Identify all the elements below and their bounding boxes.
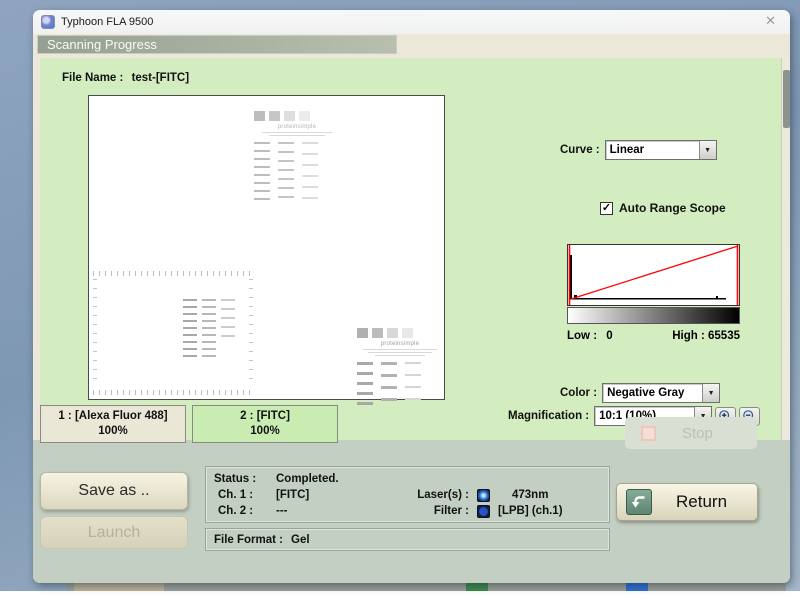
taskbar (66, 583, 786, 591)
ch1-label: Ch. 1 : (214, 489, 268, 501)
file-format-panel: File Format : Gel (205, 528, 610, 551)
chevron-down-icon[interactable]: ▼ (702, 384, 719, 402)
auto-range-row: ✓ Auto Range Scope (600, 201, 726, 215)
taskbar-item (466, 583, 488, 591)
chevron-down-icon[interactable]: ▼ (699, 141, 716, 159)
tone-curve-display (567, 244, 740, 306)
launch-button: Launch (40, 516, 188, 549)
return-button[interactable]: Return (616, 483, 758, 521)
laser-label: Laser(s) : (411, 489, 469, 501)
filter-value: [LPB] (ch.1) (498, 505, 563, 517)
close-icon[interactable]: ✕ (765, 13, 776, 29)
return-arrow-icon (626, 489, 652, 515)
laser-value: 473nm (512, 489, 548, 501)
low-value: 0 (606, 330, 612, 342)
status-value: Completed. (276, 473, 339, 485)
ch2-value: --- (276, 505, 288, 517)
app-icon (41, 15, 55, 29)
scrollbar-thumb[interactable] (783, 70, 790, 128)
proteinsimple-logo: proteinsimple (357, 341, 443, 347)
auto-range-label: Auto Range Scope (619, 201, 726, 215)
tab-percent: 100% (41, 425, 185, 437)
range-labels: Low : 0 High : 65535 (567, 330, 740, 342)
curve-select[interactable]: Linear ▼ (605, 140, 717, 160)
auto-range-checkbox[interactable]: ✓ (600, 202, 613, 215)
color-row: Color : Negative Gray ▼ (560, 383, 720, 403)
file-format-label: File Format : (214, 534, 283, 546)
grayscale-range-bar (567, 307, 740, 324)
screen-edge (0, 591, 800, 600)
banner-title: Scanning Progress (47, 37, 157, 52)
tone-curve-svg (568, 245, 739, 305)
scan-preview-image[interactable]: proteinsimple (88, 95, 445, 400)
high-label: High : (672, 330, 705, 342)
tab-label: 2 : [FITC] (193, 410, 337, 422)
filter-label: Filter : (411, 505, 469, 517)
stop-icon (641, 426, 656, 441)
file-format-value: Gel (291, 534, 310, 546)
color-select[interactable]: Negative Gray ▼ (602, 383, 720, 403)
tab-channel-1[interactable]: 1 : [Alexa Fluor 488] 100% (40, 405, 186, 443)
typhoon-window: Typhoon FLA 9500 ✕ Scanning Progress Fil… (33, 10, 790, 583)
gel-marker-top: proteinsimple (254, 111, 340, 200)
scan-panel: File Name : test-[FITC] proteinsimple (40, 58, 783, 450)
file-name-label: File Name : test-[FITC] (62, 72, 189, 84)
file-name-value: test-[FITC] (132, 72, 190, 84)
taskbar-item (626, 583, 648, 591)
curve-label: Curve : (560, 144, 600, 156)
status-label: Status : (214, 473, 268, 485)
high-value: 65535 (708, 330, 740, 342)
save-as-button[interactable]: Save as .. (40, 472, 188, 510)
proteinsimple-logo: proteinsimple (254, 124, 340, 130)
low-label: Low : (567, 330, 597, 342)
calibration-target (93, 271, 253, 395)
magnification-label: Magnification : (508, 410, 589, 422)
filter-icon (477, 505, 490, 518)
color-label: Color : (560, 387, 597, 399)
tab-label: 1 : [Alexa Fluor 488] (41, 410, 185, 422)
laser-icon (477, 489, 490, 502)
title-bar[interactable]: Typhoon FLA 9500 ✕ (33, 10, 790, 34)
scanning-progress-banner: Scanning Progress (37, 35, 397, 54)
tab-channel-2[interactable]: 2 : [FITC] 100% (192, 405, 338, 443)
ch2-label: Ch. 2 : (214, 505, 268, 517)
window-title: Typhoon FLA 9500 (61, 16, 153, 28)
vertical-scrollbar[interactable] (781, 58, 790, 450)
ch1-value: [FITC] (276, 489, 309, 501)
tab-percent: 100% (193, 425, 337, 437)
status-panel: Status : Completed. Ch. 1 : [FITC] Laser… (205, 466, 610, 523)
stop-button: Stop (625, 417, 757, 449)
curve-row: Curve : Linear ▼ (560, 140, 717, 160)
gel-marker-bottom: proteinsimple (357, 328, 443, 408)
taskbar-item (74, 583, 164, 591)
